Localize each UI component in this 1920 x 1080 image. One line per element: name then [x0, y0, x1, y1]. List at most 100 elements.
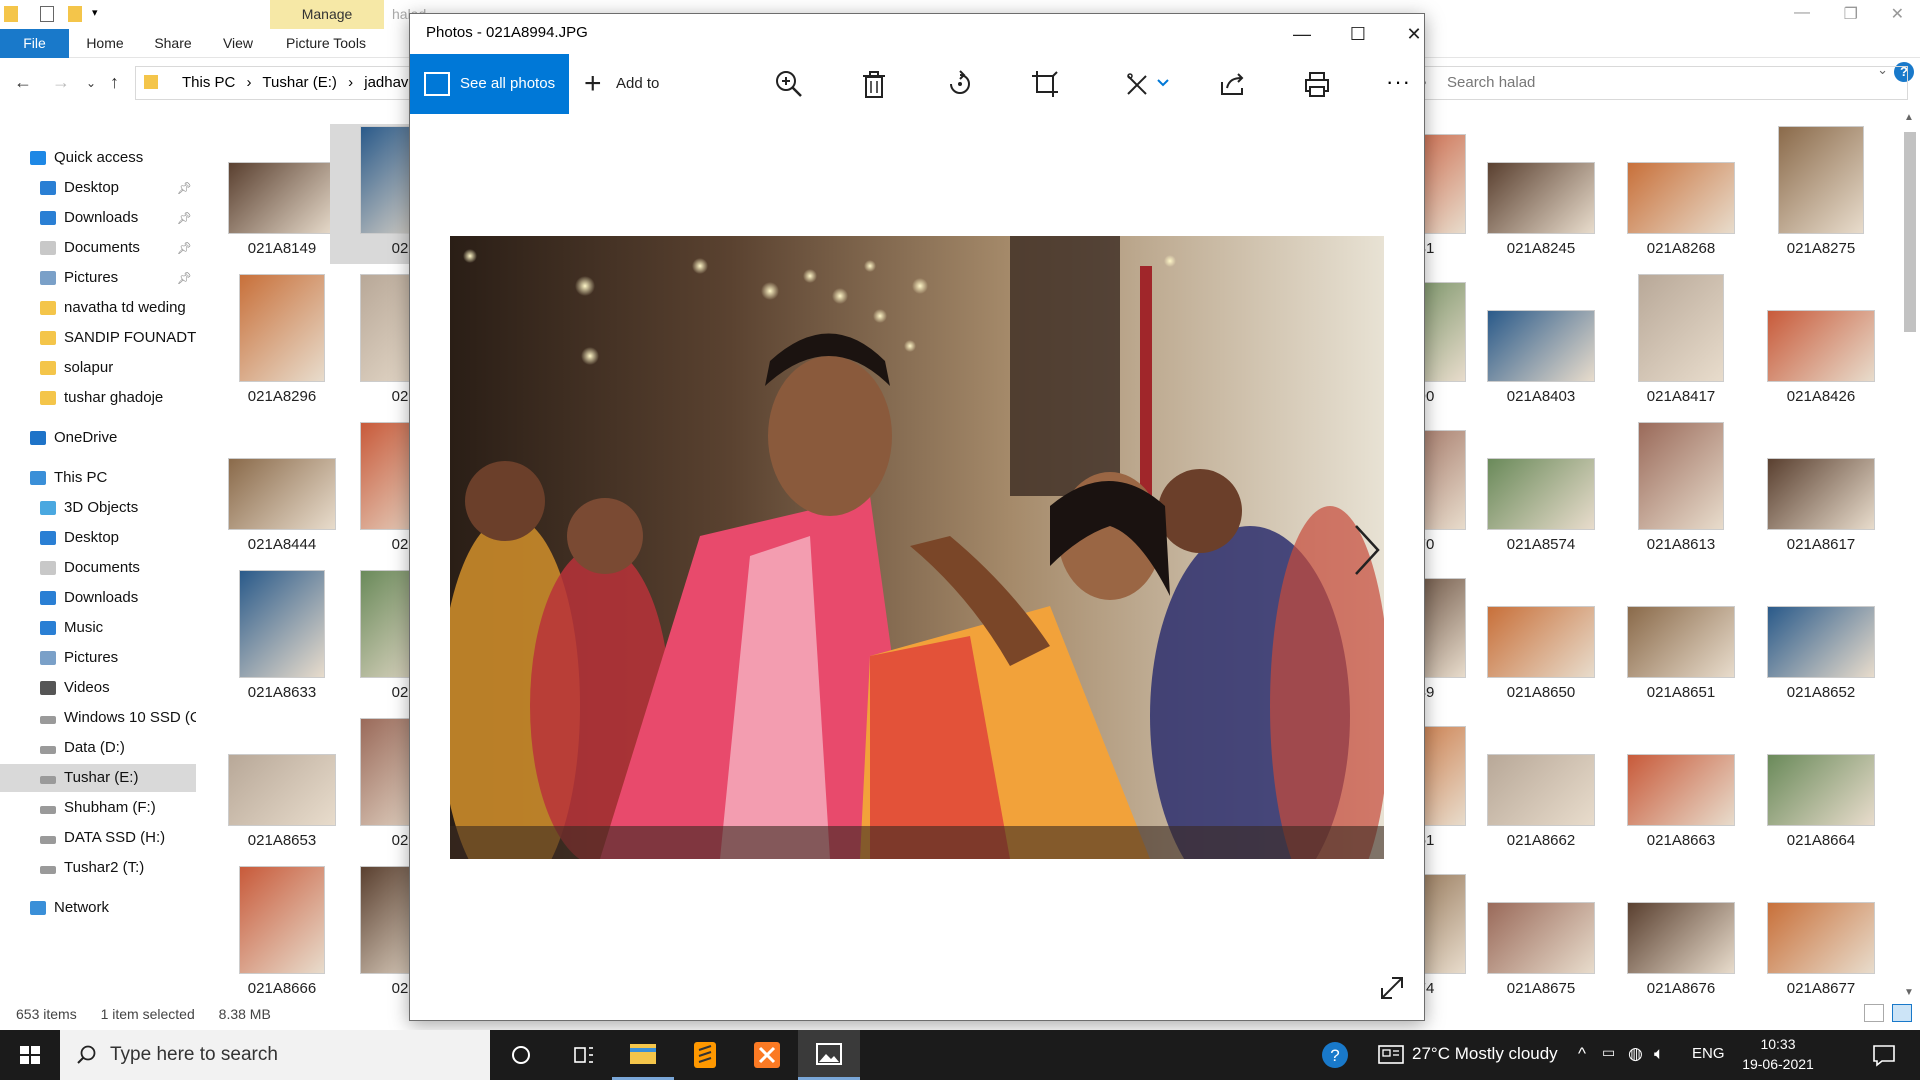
tab-share[interactable]: Share	[150, 29, 196, 58]
nav-item-navatha-td-weding[interactable]: navatha td weding	[0, 294, 196, 322]
more-options-icon[interactable]: ···	[1386, 68, 1418, 100]
maximize-icon[interactable]: ☐	[1338, 20, 1378, 48]
cortana-button[interactable]	[490, 1030, 552, 1080]
nav-item-tushar-ghadoje[interactable]: tushar ghadoje	[0, 384, 196, 412]
nav-item-sandip-founadti[interactable]: SANDIP FOUNADTI(	[0, 324, 196, 352]
thumbnail-021A8652[interactable]: 021A8652	[1751, 568, 1891, 708]
battery-icon[interactable]: ▭	[1602, 1044, 1615, 1061]
thumbnail-021A8675[interactable]: 021A8675	[1471, 864, 1611, 1004]
news-icon[interactable]	[1376, 1040, 1406, 1070]
breadcrumb-this-pc[interactable]: This PC	[182, 74, 235, 91]
chevron-up-icon[interactable]: ^	[1578, 1044, 1586, 1064]
folder-icon[interactable]	[4, 6, 18, 22]
thumbnail-021A8676[interactable]: 021A8676	[1611, 864, 1751, 1004]
nav-item-tushar2-t[interactable]: Tushar2 (T:)	[0, 854, 196, 882]
nav-item-onedrive[interactable]: OneDrive	[0, 424, 196, 452]
delete-icon[interactable]	[858, 68, 890, 100]
forward-arrow-icon[interactable]: →	[52, 72, 70, 93]
nav-item-3d-objects[interactable]: 3D Objects	[0, 494, 196, 522]
thumbnail-021A8617[interactable]: 021A8617	[1751, 420, 1891, 560]
language-indicator[interactable]: ENG	[1692, 1045, 1725, 1062]
close-icon[interactable]: ✕	[1394, 20, 1434, 48]
nav-item-documents[interactable]: Documents	[0, 554, 196, 582]
displayed-photo[interactable]	[450, 236, 1384, 859]
nav-item-downloads[interactable]: Downloads	[0, 584, 196, 612]
zoom-icon[interactable]	[773, 68, 805, 100]
tab-home[interactable]: Home	[82, 29, 128, 58]
fullscreen-icon[interactable]	[1378, 974, 1406, 1002]
print-icon[interactable]	[1301, 68, 1333, 100]
thumbnail-021A8245[interactable]: 021A8245	[1471, 124, 1611, 264]
share-icon[interactable]	[1216, 68, 1248, 100]
crop-icon[interactable]	[1029, 68, 1061, 100]
search-input[interactable]: ⌕ Search halad	[1408, 66, 1908, 100]
thumbnail-021A8403[interactable]: 021A8403	[1471, 272, 1611, 412]
edit-enhance-icon[interactable]	[1122, 68, 1154, 100]
properties-icon[interactable]	[40, 6, 54, 22]
weather-text[interactable]: 27°C Mostly cloudy	[1412, 1044, 1558, 1064]
up-arrow-icon[interactable]: ↑	[110, 72, 119, 93]
volume-icon[interactable]: 🔈︎	[1654, 1044, 1664, 1064]
task-view-button[interactable]	[552, 1030, 614, 1080]
minimize-icon[interactable]: —	[1794, 4, 1810, 22]
nav-item-this-pc[interactable]: This PC	[0, 464, 196, 492]
chevron-down-icon[interactable]	[1156, 68, 1170, 100]
large-icons-view-icon[interactable]	[1892, 1004, 1912, 1022]
recent-chevron-icon[interactable]: ⌄	[86, 76, 96, 90]
clock[interactable]: 10:33 19-06-2021	[1738, 1034, 1818, 1074]
thumbnail-021A8426[interactable]: 021A8426	[1751, 272, 1891, 412]
thumbnail-021A8574[interactable]: 021A8574	[1471, 420, 1611, 560]
nav-item-desktop[interactable]: Desktop	[0, 524, 196, 552]
minimize-icon[interactable]: —	[1282, 20, 1322, 48]
tab-file[interactable]: File	[0, 29, 69, 58]
xampp-taskbar-button[interactable]	[736, 1030, 798, 1080]
nav-item-windows-10-ssd-c[interactable]: Windows 10 SSD (C	[0, 704, 196, 732]
taskbar-search-box[interactable]: Type here to search	[60, 1030, 490, 1080]
address-bar[interactable]: This PC › Tushar (E:) › jadhav na	[135, 66, 417, 100]
scroll-down-icon[interactable]: ▼	[1904, 987, 1914, 998]
nav-item-quick-access[interactable]: Quick access	[0, 144, 196, 172]
thumbnail-021A8417[interactable]: 021A8417	[1611, 272, 1751, 412]
help-icon[interactable]: ?	[1320, 1040, 1350, 1070]
nav-item-tushar-e[interactable]: Tushar (E:)	[0, 764, 196, 792]
back-arrow-icon[interactable]: ←	[14, 72, 32, 93]
tab-picture-tools[interactable]: Picture Tools	[280, 29, 372, 58]
see-all-photos-button[interactable]: See all photos	[410, 54, 569, 114]
vertical-scrollbar[interactable]: ▲ ▼	[1900, 110, 1918, 1000]
photos-taskbar-button[interactable]	[798, 1030, 860, 1080]
nav-item-videos[interactable]: Videos	[0, 674, 196, 702]
scroll-up-icon[interactable]: ▲	[1904, 112, 1914, 123]
thumbnail-021A8664[interactable]: 021A8664	[1751, 716, 1891, 856]
network-icon[interactable]: ◍	[1628, 1044, 1643, 1064]
nav-item-data-d[interactable]: Data (D:)	[0, 734, 196, 762]
thumbnail-021A8677[interactable]: 021A8677	[1751, 864, 1891, 1004]
nav-item-downloads[interactable]: Downloads 📌︎	[0, 204, 196, 232]
nav-item-solapur[interactable]: solapur	[0, 354, 196, 382]
nav-item-documents[interactable]: Documents 📌︎	[0, 234, 196, 262]
notifications-icon[interactable]	[1872, 1043, 1896, 1067]
file-explorer-taskbar-button[interactable]	[612, 1030, 674, 1080]
new-folder-icon[interactable]	[68, 6, 82, 22]
thumbnail-021A8613[interactable]: 021A8613	[1611, 420, 1751, 560]
start-button[interactable]	[0, 1030, 60, 1080]
nav-item-data-ssd-h[interactable]: DATA SSD (H:)	[0, 824, 196, 852]
tab-view[interactable]: View	[218, 29, 258, 58]
scrollbar-thumb[interactable]	[1904, 132, 1916, 332]
nav-item-pictures[interactable]: Pictures 📌︎	[0, 264, 196, 292]
breadcrumb-drive[interactable]: Tushar (E:)	[262, 74, 336, 91]
thumbnail-021A8663[interactable]: 021A8663	[1611, 716, 1751, 856]
thumbnail-021A8268[interactable]: 021A8268	[1611, 124, 1751, 264]
thumbnail-021A8650[interactable]: 021A8650	[1471, 568, 1611, 708]
thumbnail-021A8662[interactable]: 021A8662	[1471, 716, 1611, 856]
add-to-button[interactable]: + Add to	[580, 54, 659, 114]
nav-item-pictures[interactable]: Pictures	[0, 644, 196, 672]
restore-icon[interactable]: ❐	[1844, 4, 1858, 24]
manage-context-tab[interactable]: Manage	[270, 0, 384, 29]
nav-item-network[interactable]: Network	[0, 894, 196, 922]
thumbnail-021A8651[interactable]: 021A8651	[1611, 568, 1751, 708]
thumbnail-021A8275[interactable]: 021A8275	[1751, 124, 1891, 264]
rotate-icon[interactable]	[944, 68, 976, 100]
nav-item-desktop[interactable]: Desktop 📌︎	[0, 174, 196, 202]
close-icon[interactable]: ✕	[1891, 4, 1904, 24]
nav-item-shubham-f[interactable]: Shubham (F:)	[0, 794, 196, 822]
